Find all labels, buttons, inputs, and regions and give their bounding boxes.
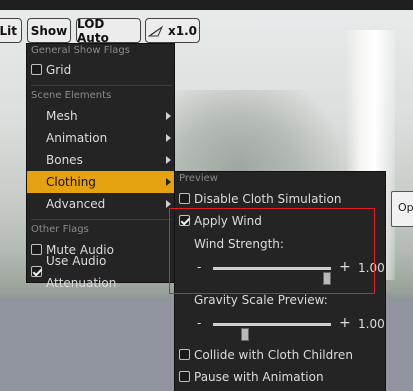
menu-item-advanced[interactable]: Advanced [27, 193, 174, 215]
lit-button-label: Lit [0, 23, 17, 38]
pause-with-animation-checkbox[interactable] [179, 371, 190, 382]
submenu-arrow-icon [166, 200, 171, 208]
menu-item-label: Mesh [46, 109, 78, 123]
disable-cloth-simulation-checkbox[interactable] [179, 193, 190, 204]
menu-item-clothing[interactable]: Clothing [27, 171, 174, 193]
submenu-arrow-icon [166, 112, 171, 120]
menu-item-animation[interactable]: Animation [27, 127, 174, 149]
lit-button[interactable]: Lit [0, 18, 22, 43]
side-panel-label: Op [398, 201, 413, 214]
gravity-scale-label: Gravity Scale Preview: [194, 293, 328, 307]
grid-label: Grid [46, 63, 72, 77]
collide-with-cloth-children-label: Collide with Cloth Children [194, 348, 353, 362]
menu-item-label: Advanced [46, 197, 106, 211]
viewport-top-strip [0, 0, 413, 10]
preview-header: Preview [179, 173, 218, 184]
playback-speed-icon [148, 25, 164, 36]
audio-attenuation-checkbox[interactable] [31, 266, 42, 277]
lod-button[interactable]: LOD Auto [76, 16, 141, 45]
submenu-arrow-icon [166, 156, 171, 164]
submenu-arrow-icon [166, 134, 171, 142]
pause-with-animation-label: Pause with Animation [194, 370, 324, 384]
side-panel-button[interactable]: Op [391, 191, 413, 227]
menu-item-bones[interactable]: Bones [27, 149, 174, 171]
menu-item-label: Clothing [46, 175, 96, 189]
menu-divider [31, 219, 172, 220]
gravity-scale-minus-button[interactable]: - [197, 316, 201, 330]
disable-cloth-simulation-label: Disable Cloth Simulation [194, 192, 342, 206]
gravity-scale-value: 1.00 [358, 317, 385, 331]
grid-checkbox[interactable] [31, 64, 42, 75]
menu-divider [31, 85, 172, 86]
mute-audio-checkbox[interactable] [31, 244, 42, 255]
other-flags-header: Other Flags [31, 224, 89, 235]
show-button-label: Show [30, 23, 68, 38]
playback-speed-button[interactable]: x1.0 [145, 18, 200, 43]
gravity-scale-slider-thumb[interactable] [241, 328, 249, 341]
gravity-scale-slider[interactable] [213, 323, 331, 341]
scene-elements-header: Scene Elements [31, 90, 112, 101]
submenu-arrow-icon [166, 178, 171, 186]
gravity-scale-plus-button[interactable]: + [339, 315, 351, 331]
show-menu: General Show Flags Grid Scene Elements M… [26, 43, 175, 290]
audio-attenuation-toggle[interactable]: Use Audio Attenuation [27, 254, 174, 290]
disable-cloth-simulation-toggle[interactable]: Disable Cloth Simulation [175, 188, 385, 210]
collide-with-cloth-children-checkbox[interactable] [179, 349, 190, 360]
lod-button-label: LOD Auto [77, 16, 109, 45]
audio-attenuation-label: Use Audio Attenuation [46, 254, 117, 290]
playback-speed-label: x1.0 [168, 23, 197, 38]
pause-with-animation-toggle[interactable]: Pause with Animation [175, 366, 385, 388]
menu-item-mesh[interactable]: Mesh [27, 105, 174, 127]
grid-toggle[interactable]: Grid [27, 59, 174, 81]
collide-with-cloth-children-toggle[interactable]: Collide with Cloth Children [175, 344, 385, 366]
menu-item-label: Animation [46, 131, 108, 145]
general-show-flags-header: General Show Flags [31, 45, 130, 56]
gravity-scale-slider-row: - + 1.00 [175, 313, 387, 341]
annotation-highlight-box [169, 208, 375, 294]
menu-item-label: Bones [46, 153, 83, 167]
show-button[interactable]: Show [27, 18, 71, 43]
